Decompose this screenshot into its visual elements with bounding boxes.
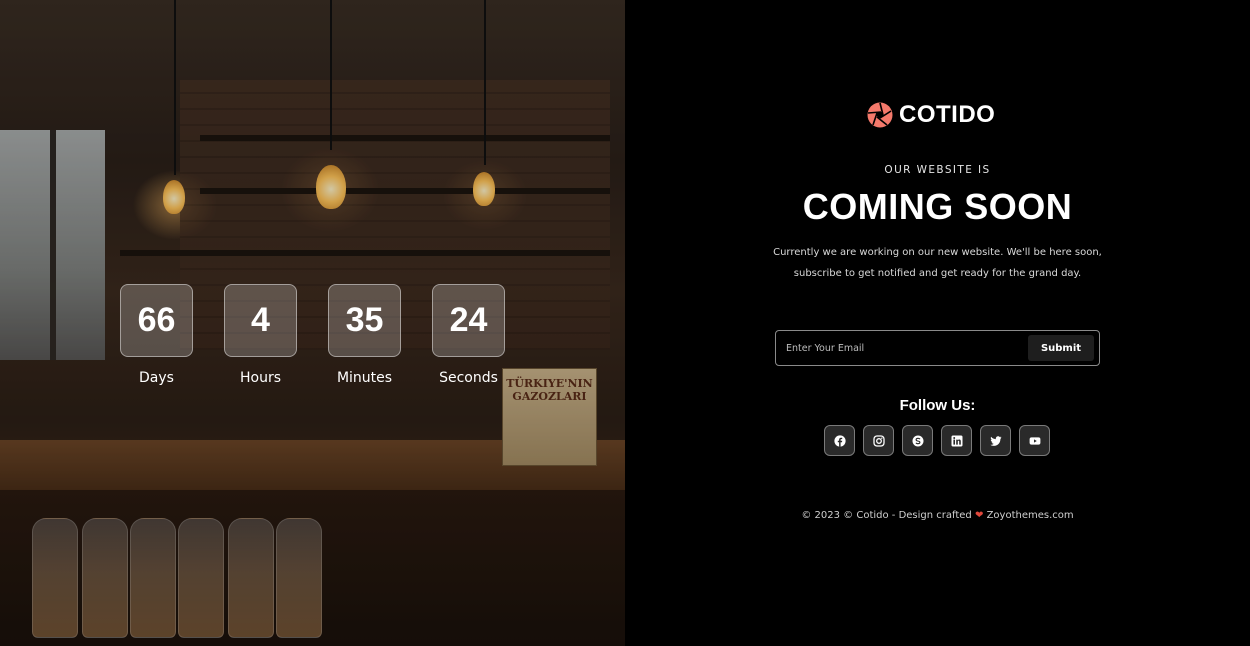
heart-icon: ❤ [974,510,984,521]
countdown: 66 Days 4 Hours 35 Minutes 24 Seconds [120,284,505,386]
countdown-value: 4 [224,284,297,357]
countdown-minutes: 35 Minutes [328,284,401,386]
countdown-value: 24 [432,284,505,357]
countdown-seconds: 24 Seconds [432,284,505,386]
subscribe-form: Submit [775,330,1100,366]
youtube-button[interactable] [1019,425,1050,456]
twitter-button[interactable] [980,425,1011,456]
youtube-icon [1029,436,1040,445]
page-title: COMING SOON [802,186,1073,227]
linkedin-icon [951,435,962,446]
skype-icon [912,435,923,446]
content-panel: COTIDO OUR WEBSITE IS COMING SOON Curren… [625,0,1250,646]
countdown-label: Minutes [336,370,393,386]
follow-title: Follow Us: [899,397,976,414]
email-input[interactable] [776,331,1021,365]
brand-name: COTIDO [899,101,996,128]
facebook-icon [833,434,846,447]
countdown-value: 66 [120,284,193,357]
footer-credit-link[interactable]: Zoyothemes.com [987,510,1074,521]
countdown-label: Hours [239,370,281,386]
footer: © 2023 © Cotido - Design crafted ❤ Zoyot… [625,510,1250,521]
countdown-value: 35 [328,284,401,357]
aperture-logo-icon [867,102,893,128]
description: Currently we are working on our new webs… [625,242,1250,284]
countdown-label: Days [139,370,174,386]
instagram-button[interactable] [863,425,894,456]
social-links [824,425,1050,456]
submit-button[interactable]: Submit [1028,335,1094,361]
twitter-icon [989,435,1001,446]
description-line: Currently we are working on our new webs… [773,247,1102,258]
background-photo: TÜRKIYE'NIN GAZOZLARI 66 Days 4 Hours 35… [0,0,625,646]
description-line: subscribe to get notified and get ready … [793,268,1082,279]
facebook-button[interactable] [824,425,855,456]
footer-copyright: © 2023 © Cotido - Design crafted [801,510,972,521]
countdown-hours: 4 Hours [224,284,297,386]
eyebrow-text: OUR WEBSITE IS [884,164,991,176]
brand-logo[interactable]: COTIDO [867,101,995,129]
countdown-days: 66 Days [120,284,193,386]
linkedin-button[interactable] [941,425,972,456]
countdown-label: Seconds [439,370,498,386]
instagram-icon [872,434,885,447]
skype-button[interactable] [902,425,933,456]
